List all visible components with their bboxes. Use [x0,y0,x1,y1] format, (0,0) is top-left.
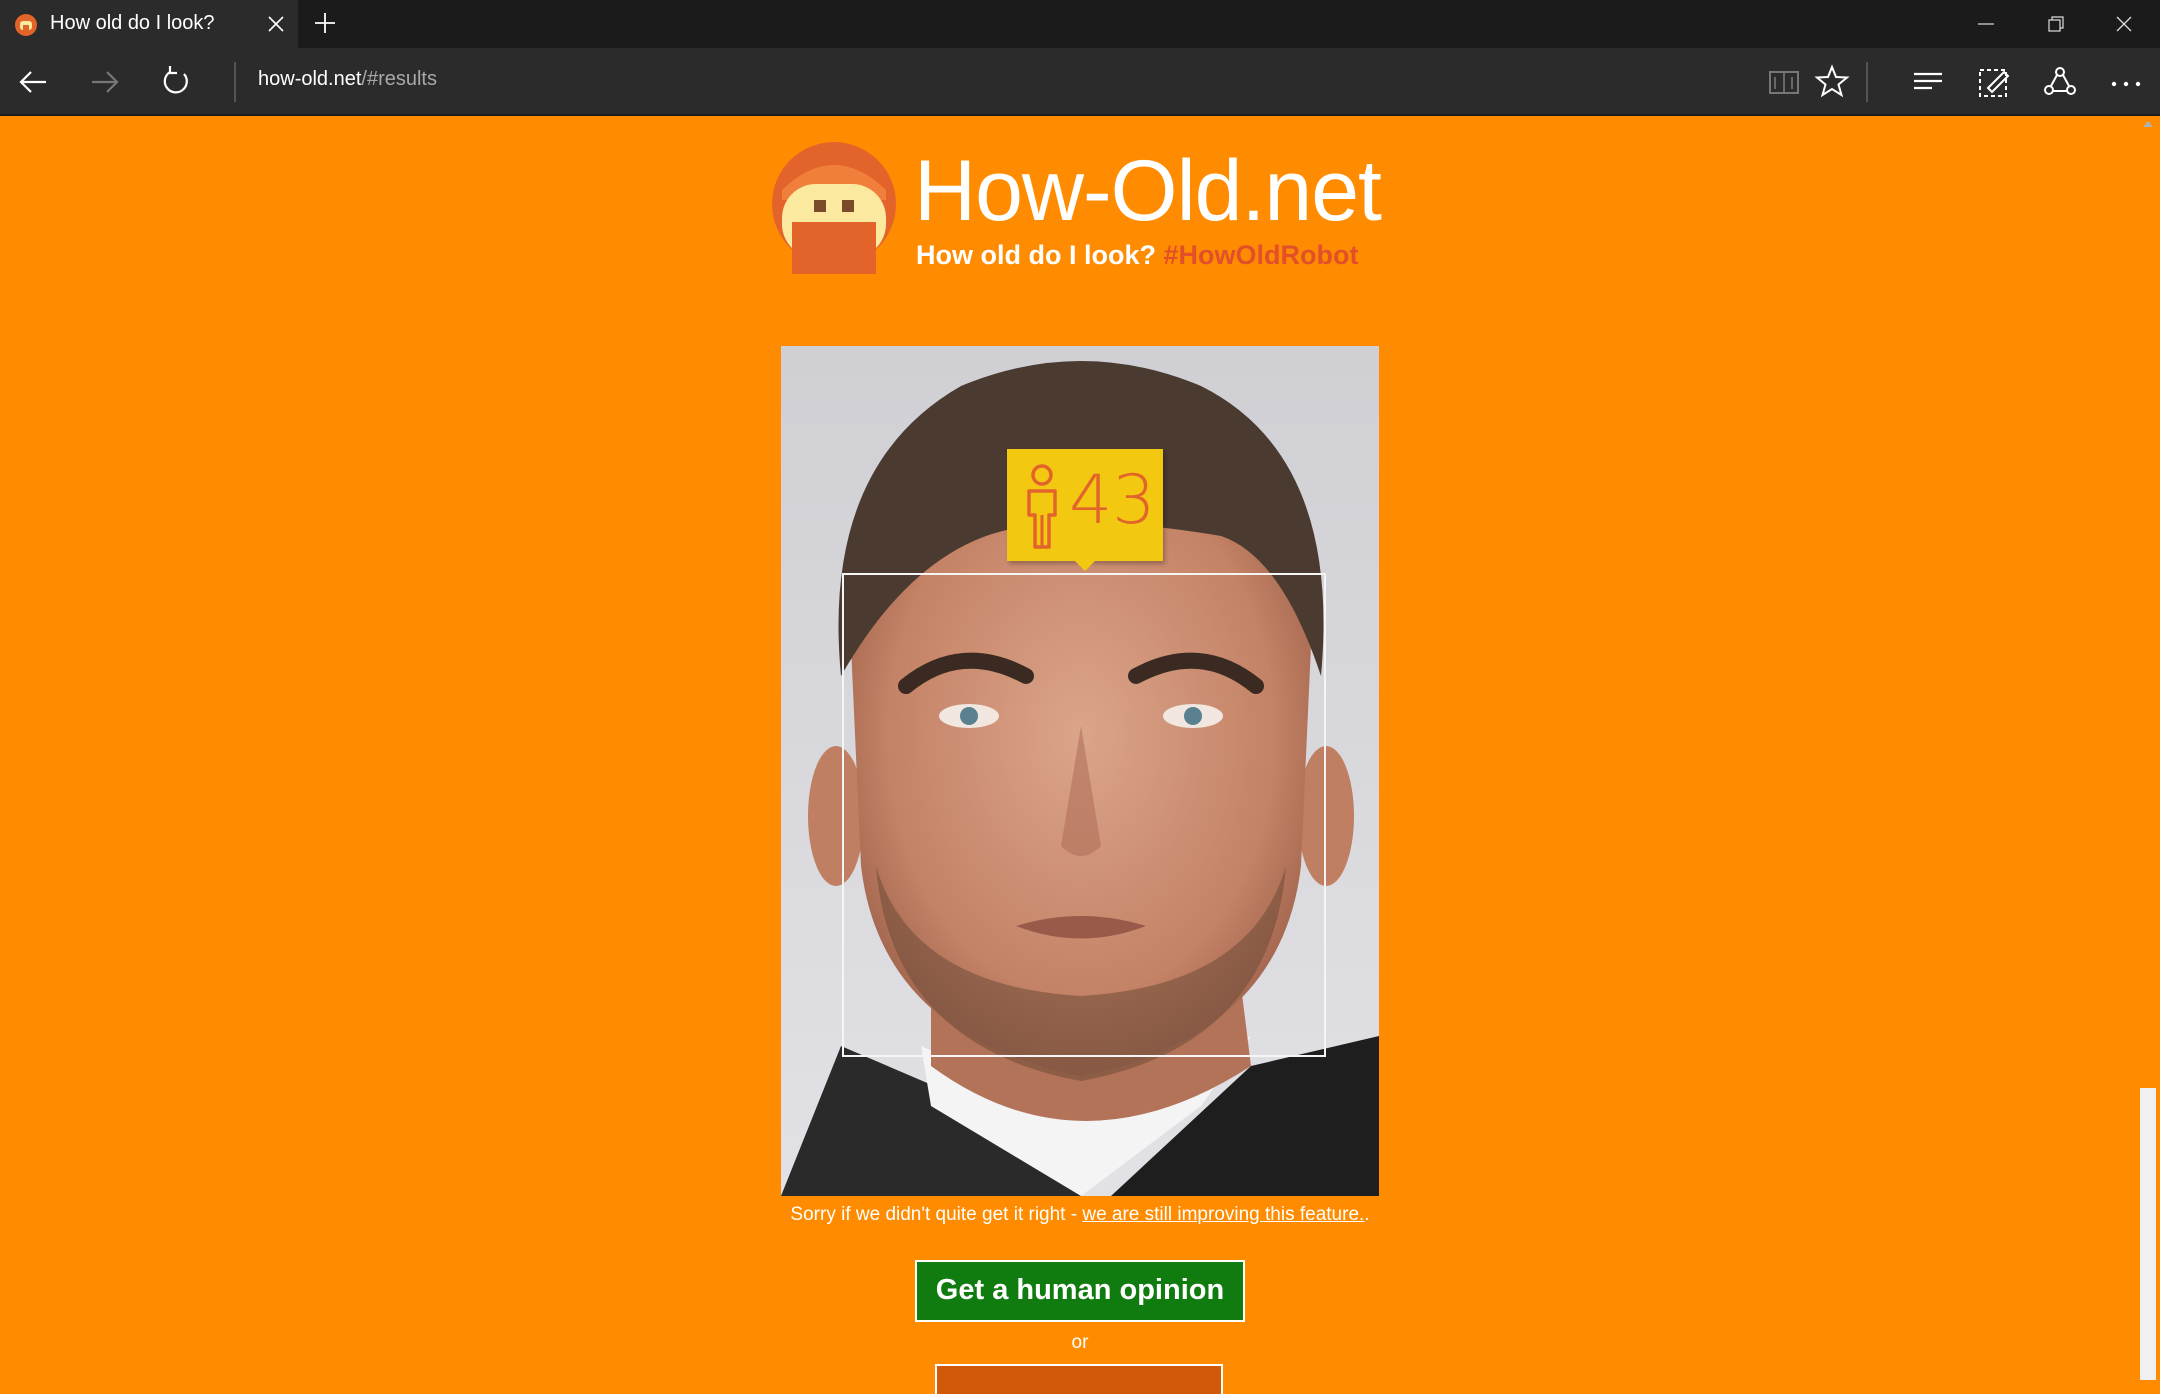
tagline: How old do I look? #HowOldRobot [916,240,1358,271]
get-human-opinion-button[interactable]: Get a human opinion [915,1260,1245,1322]
back-button[interactable] [14,62,54,102]
estimated-age: 43 [1069,461,1156,540]
tab-title: How old do I look? [50,12,215,34]
male-person-icon [1027,464,1057,549]
minimize-button[interactable] [1952,0,2020,48]
address-path: /#results [361,68,437,90]
hub-icon [1914,72,1942,90]
disclaimer-text: Sorry if we didn't quite get it right - [790,1204,1083,1225]
forward-icon [92,71,119,93]
web-note-icon [1979,69,2010,97]
title-bar: How old do I look? [0,0,2160,48]
forward-button[interactable] [84,62,124,102]
hashtag[interactable]: #HowOldRobot [1163,240,1358,270]
badge-pointer [1075,561,1095,571]
share-icon [2044,67,2076,95]
age-badge: 43 [1007,449,1163,571]
restore-icon [2048,16,2064,32]
address-host: how-old.net [258,68,362,90]
refresh-button[interactable] [156,62,196,102]
disclaimer: Sorry if we didn't quite get it right - … [0,1204,2160,1226]
close-icon [2116,16,2132,32]
favorite-star-icon [1814,64,1850,98]
face-detection-box [842,573,1326,1057]
close-tab-icon[interactable] [264,12,288,36]
reading-view-button[interactable] [1764,62,1804,102]
improving-feature-link[interactable]: we are still improving this feature. [1082,1204,1364,1225]
or-separator: or [1071,1332,1089,1353]
favorite-button[interactable] [1812,62,1852,102]
tagline-text: How old do I look? [916,240,1156,270]
scrollbar[interactable] [2136,116,2160,1380]
address-bar[interactable]: how-old.net/#results [258,68,437,91]
back-icon [19,71,46,93]
new-tab-icon[interactable] [312,10,338,36]
try-another-photo-button[interactable] [935,1364,1223,1394]
more-icon [2111,81,2141,87]
disclaimer-suffix: . [1364,1204,1370,1225]
minimize-icon [1978,23,1994,25]
toolbar-divider [1866,62,1868,102]
refresh-icon [163,66,188,94]
address-divider [234,62,236,102]
restore-button[interactable] [2022,0,2090,48]
navigation-bar: how-old.net/#results [0,48,2160,116]
more-button[interactable] [2106,62,2146,102]
reading-view-icon [1769,71,1799,94]
close-window-button[interactable] [2090,0,2158,48]
how-old-robot-favicon [15,14,37,36]
scroll-up-icon[interactable] [2142,118,2154,130]
web-note-button[interactable] [1974,62,2014,102]
hub-button[interactable] [1908,62,1948,102]
browser-tab[interactable]: How old do I look? [0,0,298,48]
share-button[interactable] [2040,62,2080,102]
site-title: How-Old.net [914,143,1382,239]
how-old-robot-logo [772,142,896,274]
